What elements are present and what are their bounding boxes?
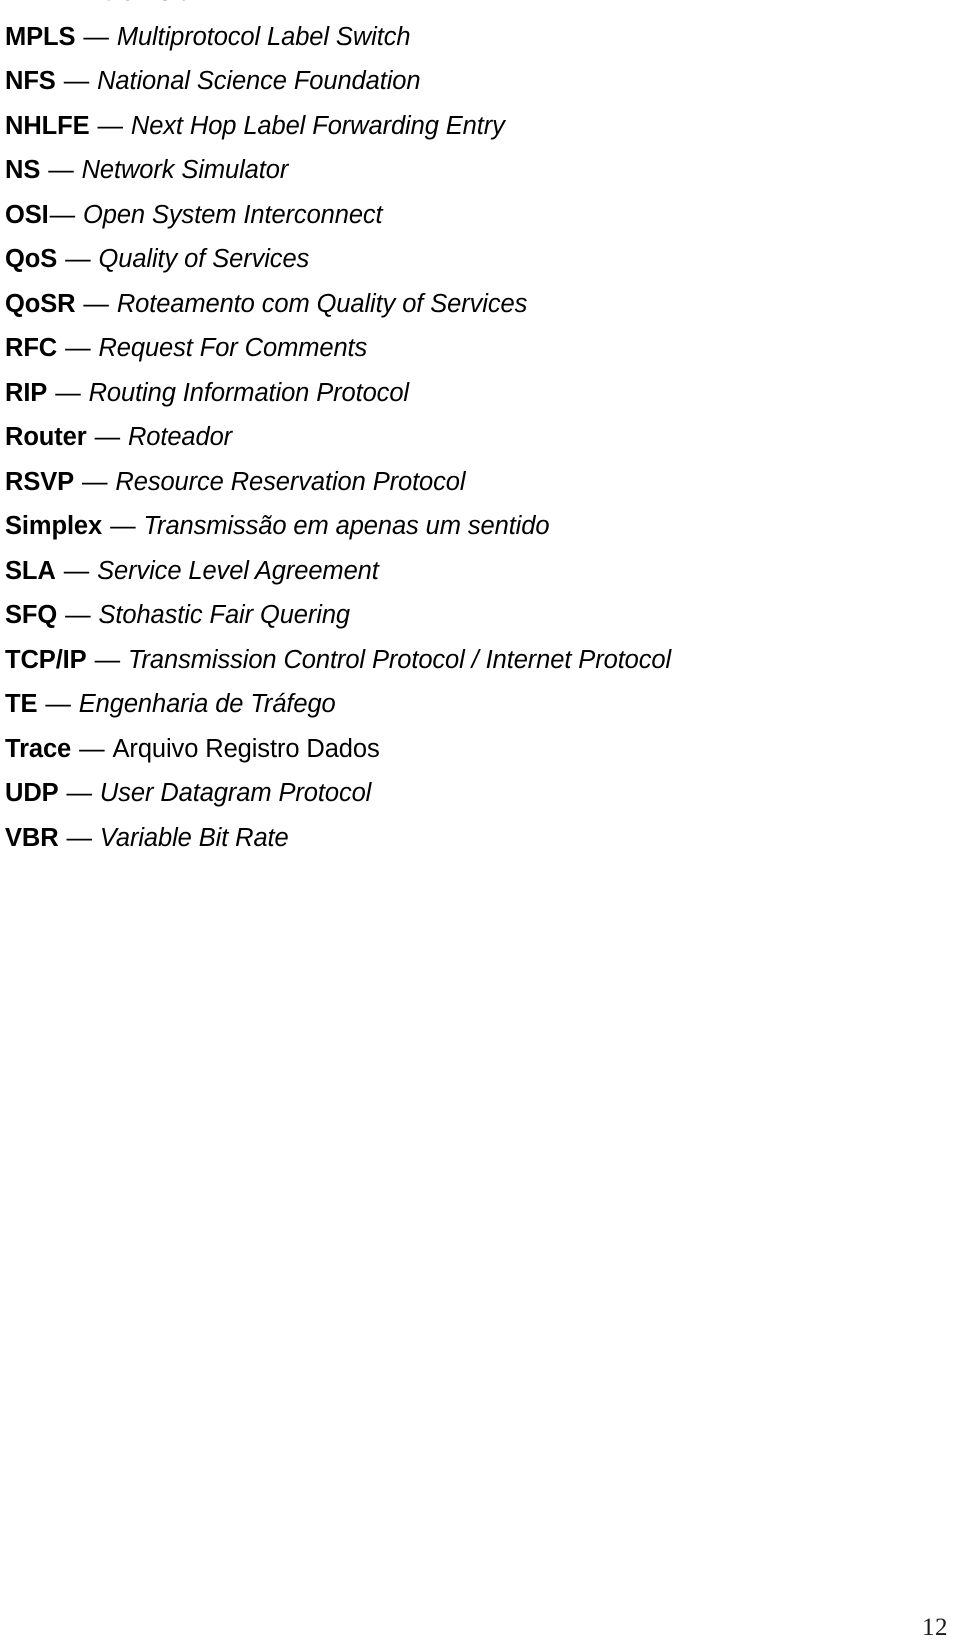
- glossary-definition: National Science Foundation: [97, 67, 421, 95]
- glossary-separator-dash: —: [38, 690, 78, 718]
- glossary-term: Trace: [5, 734, 72, 763]
- glossary-term: TCP/IP: [5, 645, 87, 674]
- glossary-term: RIP: [5, 378, 48, 407]
- glossary-entry: Router — Roteador: [5, 415, 935, 460]
- glossary-separator-dash: —: [76, 289, 116, 318]
- glossary-definition: Roteador: [127, 423, 233, 451]
- glossary-definition: Stohastic Fair Quering: [98, 601, 351, 629]
- glossary-term: TE: [5, 690, 38, 718]
- glossary-definition: Engenharia de Tráfego: [78, 690, 336, 718]
- glossary-term: NS: [5, 156, 41, 184]
- glossary-definition: Quality of Services: [98, 245, 310, 273]
- glossary-entry: SLA — Service Level Agreement: [5, 549, 935, 594]
- glossary-term: NHLFE: [5, 111, 90, 140]
- glossary-definition: Next Hop Label Forwarding Entry: [130, 111, 505, 140]
- glossary-definition: Transmissão em apenas um sentido: [143, 512, 550, 540]
- glossary-separator-dash: —: [58, 601, 98, 629]
- glossary-separator-dash: —: [59, 779, 99, 807]
- glossary-separator-dash: —: [87, 645, 127, 674]
- glossary-separator-dash: —: [41, 156, 81, 184]
- glossary-entry: SFQ — Stohastic Fair Quering: [5, 593, 935, 638]
- glossary-definition: Roteamento com Quality of Services: [116, 289, 528, 318]
- glossary-entry: RFC — Request For Comments: [5, 326, 935, 371]
- glossary-entry: RSVP — Resource Reservation Protocol: [5, 460, 935, 505]
- glossary-entry: MF — Mult Field: [5, 0, 935, 15]
- glossary-separator-dash: —: [90, 111, 130, 140]
- glossary-definition: Mult Field: [83, 0, 193, 6]
- glossary-term: MPLS: [5, 22, 76, 51]
- glossary-separator-dash: —: [87, 423, 127, 451]
- glossary-definition: User Datagram Protocol: [99, 779, 372, 807]
- glossary-term: RSVP: [5, 467, 75, 496]
- glossary-term: RFC: [5, 334, 58, 362]
- glossary-separator-dash: —: [58, 245, 98, 273]
- glossary-term: SLA: [5, 556, 56, 585]
- glossary-separator-dash: —: [56, 67, 97, 95]
- glossary-entry: NS — Network Simulator: [5, 148, 935, 193]
- glossary-entry: NHLFE — Next Hop Label Forwarding Entry: [5, 104, 935, 149]
- glossary-entry: NFS — National Science Foundation: [5, 59, 935, 104]
- glossary-entry: RIP — Routing Information Protocol: [5, 371, 935, 416]
- glossary-entry: QoS — Quality of Services: [5, 237, 935, 282]
- glossary-term: QoS: [5, 245, 58, 273]
- glossary-definition: Variable Bit Rate: [99, 823, 289, 852]
- glossary-term: UDP: [5, 779, 59, 807]
- glossary-separator-dash: —: [76, 22, 116, 51]
- glossary-definition: Resource Reservation Protocol: [115, 467, 466, 496]
- page-number: 12: [922, 1614, 948, 1641]
- glossary-term: Router: [5, 423, 87, 451]
- glossary-entry: TE — Engenharia de Tráfego: [5, 682, 935, 727]
- glossary-entry: Trace — Arquivo Registro Dados: [5, 727, 935, 772]
- glossary-entry: VBR — Variable Bit Rate: [5, 816, 935, 861]
- glossary-separator-dash: —: [58, 334, 98, 362]
- glossary-separator-dash: —: [59, 823, 99, 852]
- glossary-definition: Service Level Agreement: [97, 556, 379, 585]
- glossary-term: Simplex: [5, 512, 103, 540]
- glossary-definition: Request For Comments: [98, 334, 368, 362]
- glossary-list: MF — Mult FieldMPLS — Multiprotocol Labe…: [5, 0, 935, 860]
- glossary-definition: Open System Interconnect: [83, 200, 383, 229]
- glossary-separator-dash: —: [75, 467, 115, 496]
- glossary-entry: OSI— Open System Interconnect: [5, 193, 935, 238]
- glossary-entry: QoSR — Roteamento com Quality of Service…: [5, 282, 935, 327]
- glossary-term: QoSR: [5, 289, 76, 318]
- glossary-entry: UDP — User Datagram Protocol: [5, 771, 935, 816]
- glossary-separator-dash: —: [48, 378, 88, 407]
- glossary-entry: TCP/IP — Transmission Control Protocol /…: [5, 638, 935, 683]
- document-page: { "document": { "type": "glossary", "lan…: [0, 0, 960, 1648]
- glossary-term: MF: [5, 0, 42, 6]
- glossary-term: NFS: [5, 67, 56, 95]
- glossary-entry: Simplex — Transmissão em apenas um senti…: [5, 504, 935, 549]
- glossary-separator-dash: —: [49, 200, 83, 229]
- glossary-definition: Routing Information Protocol: [88, 378, 409, 407]
- glossary-definition: Transmission Control Protocol / Internet…: [127, 645, 672, 674]
- glossary-definition: Multiprotocol Label Switch: [116, 22, 411, 51]
- glossary-term: VBR: [5, 823, 59, 852]
- glossary-separator-dash: —: [72, 734, 112, 763]
- glossary-term: OSI: [5, 200, 49, 229]
- glossary-entry: MPLS — Multiprotocol Label Switch: [5, 15, 935, 60]
- glossary-term: SFQ: [5, 601, 58, 629]
- glossary-definition: Arquivo Registro Dados: [112, 734, 380, 763]
- glossary-definition: Network Simulator: [81, 156, 289, 184]
- glossary-separator-dash: —: [103, 512, 143, 540]
- glossary-separator-dash: —: [56, 556, 97, 585]
- glossary-separator-dash: —: [42, 0, 83, 6]
